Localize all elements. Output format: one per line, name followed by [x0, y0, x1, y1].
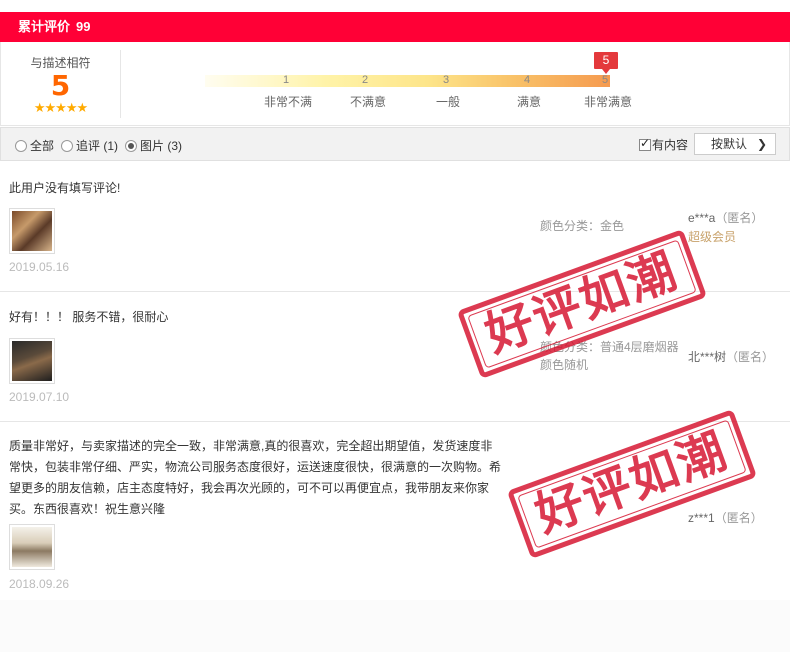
review-anon: （匿名） — [714, 511, 763, 525]
member-badge: 超级会员 — [688, 230, 737, 244]
tick-5: 5 — [601, 74, 609, 86]
tick-4: 4 — [523, 74, 531, 86]
level-label-3: 一般 — [435, 95, 460, 109]
review-text: 此用户没有填写评论! — [9, 181, 121, 195]
filter-append[interactable]: 追评 (1) — [61, 137, 118, 154]
review-text: 好有！！！ 服务不错，很耐心 — [9, 310, 169, 324]
review-username: z***1 — [688, 511, 715, 525]
review-item: 好有！！！ 服务不错，很耐心 2019.07.10 颜色分类：普通4层磨烟器颜色… — [0, 292, 790, 422]
radio-icon[interactable] — [61, 139, 73, 152]
review-anon: （匿名） — [726, 350, 775, 364]
score-value: 5 — [50, 69, 71, 102]
review-username: e***a — [688, 211, 716, 225]
filter-pictures-label[interactable]: 图片 (3) — [140, 137, 182, 154]
sort-label: 按默认 — [711, 137, 748, 151]
radio-icon[interactable] — [15, 139, 27, 152]
review-anon: （匿名） — [715, 211, 764, 225]
rating-header-title: 累计评价 — [18, 19, 71, 34]
review-date: 2019.07.10 — [9, 390, 70, 404]
tick-3: 3 — [442, 74, 450, 86]
filter-pictures[interactable]: 图片 (3) — [125, 137, 182, 154]
photo-image — [12, 341, 52, 381]
review-user: 北***树（匿名） — [688, 348, 774, 365]
review-sku: 颜色分类：金色 — [540, 219, 625, 233]
review-date: 2018.09.26 — [9, 577, 70, 591]
satisfaction-bar — [205, 75, 610, 87]
rating-header: 累计评价 99 — [0, 12, 790, 42]
review-username: 北***树 — [688, 350, 727, 364]
level-label-2: 不满意 — [349, 95, 386, 109]
review-text: 质量非常好，与卖家描述的完全一致，非常满意,真的很喜欢，完全超出期望值，发货速度… — [9, 439, 502, 516]
review-user: z***1（匿名） — [688, 509, 763, 526]
level-label-5: 非常满意 — [583, 95, 632, 109]
score-box: 与描述相符 5 ★★★★★ — [1, 50, 121, 118]
has-content-checkbox[interactable]: 有内容 — [639, 136, 688, 153]
radio-selected-icon[interactable] — [125, 139, 137, 152]
photo-image — [12, 527, 52, 567]
sort-dropdown[interactable]: 按默认 ❯ — [694, 133, 776, 155]
filter-all[interactable]: 全部 — [15, 137, 54, 154]
review-photo[interactable] — [9, 338, 55, 384]
photo-image — [12, 211, 52, 251]
review-date: 2019.05.16 — [9, 260, 70, 274]
review-photo[interactable] — [9, 208, 55, 254]
review-photo[interactable] — [9, 524, 55, 570]
filter-append-label[interactable]: 追评 (1) — [76, 137, 118, 154]
star-rating-icon: ★★★★★ — [33, 100, 88, 115]
checkbox-checked-icon[interactable] — [639, 136, 651, 151]
has-content-label[interactable]: 有内容 — [652, 136, 688, 153]
chevron-down-icon: ❯ — [756, 137, 767, 151]
filter-bar: 全部 追评 (1) 图片 (3) 有内容 按默认 ❯ — [0, 127, 790, 161]
level-label-4: 满意 — [516, 95, 541, 109]
tick-2: 2 — [361, 74, 369, 86]
page-footer-area — [0, 600, 790, 652]
score-marker: 5 — [594, 52, 618, 74]
filter-all-label[interactable]: 全部 — [30, 137, 54, 154]
tick-1: 1 — [282, 74, 290, 86]
review-user: e***a（匿名） — [688, 209, 763, 226]
rating-header-count: 99 — [76, 19, 91, 34]
level-label-1: 非常不满 — [263, 95, 312, 109]
